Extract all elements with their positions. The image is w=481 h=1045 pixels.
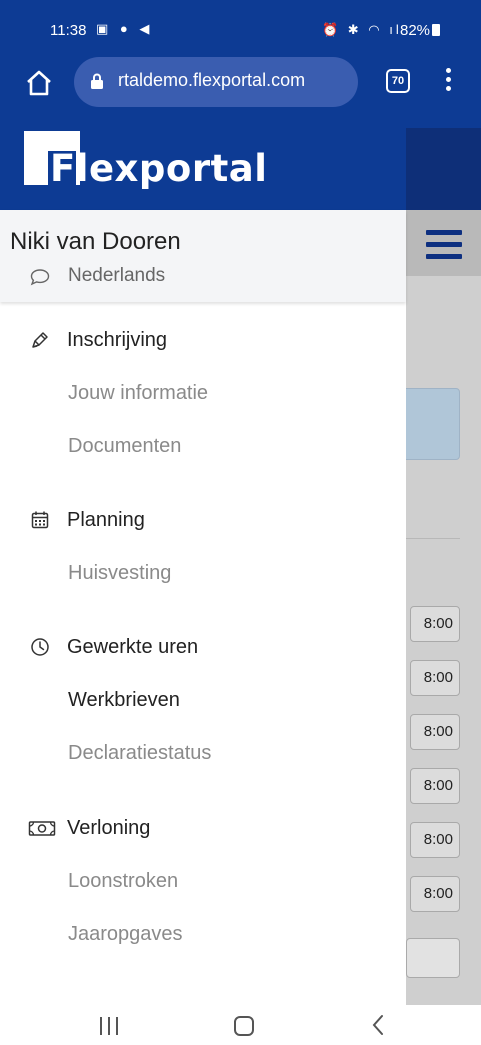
notification-icons: ▣ ● ◀ bbox=[96, 21, 154, 36]
menu-item-jaaropgaves[interactable]: Jaaropgaves bbox=[68, 923, 183, 946]
hamburger-menu-icon[interactable] bbox=[426, 230, 462, 260]
menu-item-werkbrieven[interactable]: Werkbrieven bbox=[68, 689, 180, 712]
navigation-drawer: Flexportal Niki van Dooren Nederlands In… bbox=[0, 128, 406, 1005]
drawer-logo-area: Flexportal bbox=[0, 128, 406, 210]
status-bar: 11:38 ▣ ● ◀ ⏰ ✱ ◠ ıl 82% bbox=[0, 0, 481, 54]
speech-bubble-icon bbox=[30, 269, 50, 286]
browser-menu-icon[interactable] bbox=[440, 68, 456, 96]
logo-suffix: al bbox=[228, 147, 268, 190]
home-button-icon[interactable] bbox=[234, 1016, 254, 1036]
section-gewerkte-uren[interactable]: Gewerkte uren bbox=[67, 636, 198, 659]
logo-body: lexport bbox=[75, 147, 229, 190]
time-field: 8:00 bbox=[410, 822, 460, 858]
home-icon[interactable] bbox=[24, 68, 54, 98]
background-header bbox=[406, 128, 481, 210]
status-time: 11:38 bbox=[50, 22, 87, 39]
section-verloning[interactable]: Verloning bbox=[67, 817, 150, 840]
time-field: 8:00 bbox=[410, 768, 460, 804]
divider bbox=[406, 538, 460, 539]
time-field: 8:00 bbox=[410, 714, 460, 750]
recent-apps-icon[interactable] bbox=[100, 1017, 120, 1037]
logo-text: Flexportal bbox=[50, 147, 267, 190]
system-icons: ⏰ ✱ ◠ ıl bbox=[322, 22, 402, 37]
clock-icon bbox=[31, 638, 49, 656]
pen-icon bbox=[32, 332, 48, 348]
time-field: 8:00 bbox=[410, 606, 460, 642]
url-text: rtaldemo.flexportal.com bbox=[118, 70, 306, 90]
empty-time-field bbox=[406, 938, 460, 978]
section-planning[interactable]: Planning bbox=[67, 509, 145, 532]
user-profile-block: Niki van Dooren Nederlands bbox=[0, 210, 406, 302]
money-icon bbox=[28, 821, 56, 836]
background-card bbox=[400, 388, 460, 460]
lock-icon bbox=[91, 73, 103, 89]
section-inschrijving[interactable]: Inschrijving bbox=[67, 329, 167, 352]
language-selector[interactable]: Nederlands bbox=[68, 265, 165, 287]
time-field: 8:00 bbox=[410, 660, 460, 696]
user-name: Niki van Dooren bbox=[10, 228, 181, 255]
time-field: 8:00 bbox=[410, 876, 460, 912]
system-navigation-bar bbox=[0, 1005, 481, 1045]
logo-letter: F bbox=[50, 147, 76, 190]
tab-count-button[interactable]: 70 bbox=[386, 69, 410, 93]
menu-item-huisvesting[interactable]: Huisvesting bbox=[68, 562, 171, 585]
back-icon[interactable] bbox=[370, 1013, 386, 1037]
browser-top-bar: 11:38 ▣ ● ◀ ⏰ ✱ ◠ ıl 82% rtaldemo.flexpo… bbox=[0, 0, 481, 128]
battery-indicator: 82% bbox=[400, 22, 441, 39]
menu-item-loonstroken[interactable]: Loonstroken bbox=[68, 870, 178, 893]
battery-icon bbox=[432, 24, 441, 36]
url-bar[interactable]: rtaldemo.flexportal.com bbox=[74, 57, 358, 107]
calendar-icon bbox=[31, 511, 49, 529]
battery-percent: 82% bbox=[400, 22, 431, 39]
menu-item-documenten[interactable]: Documenten bbox=[68, 435, 181, 458]
menu-item-jouw-informatie[interactable]: Jouw informatie bbox=[68, 382, 208, 405]
menu-item-declaratiestatus[interactable]: Declaratiestatus bbox=[68, 742, 211, 765]
